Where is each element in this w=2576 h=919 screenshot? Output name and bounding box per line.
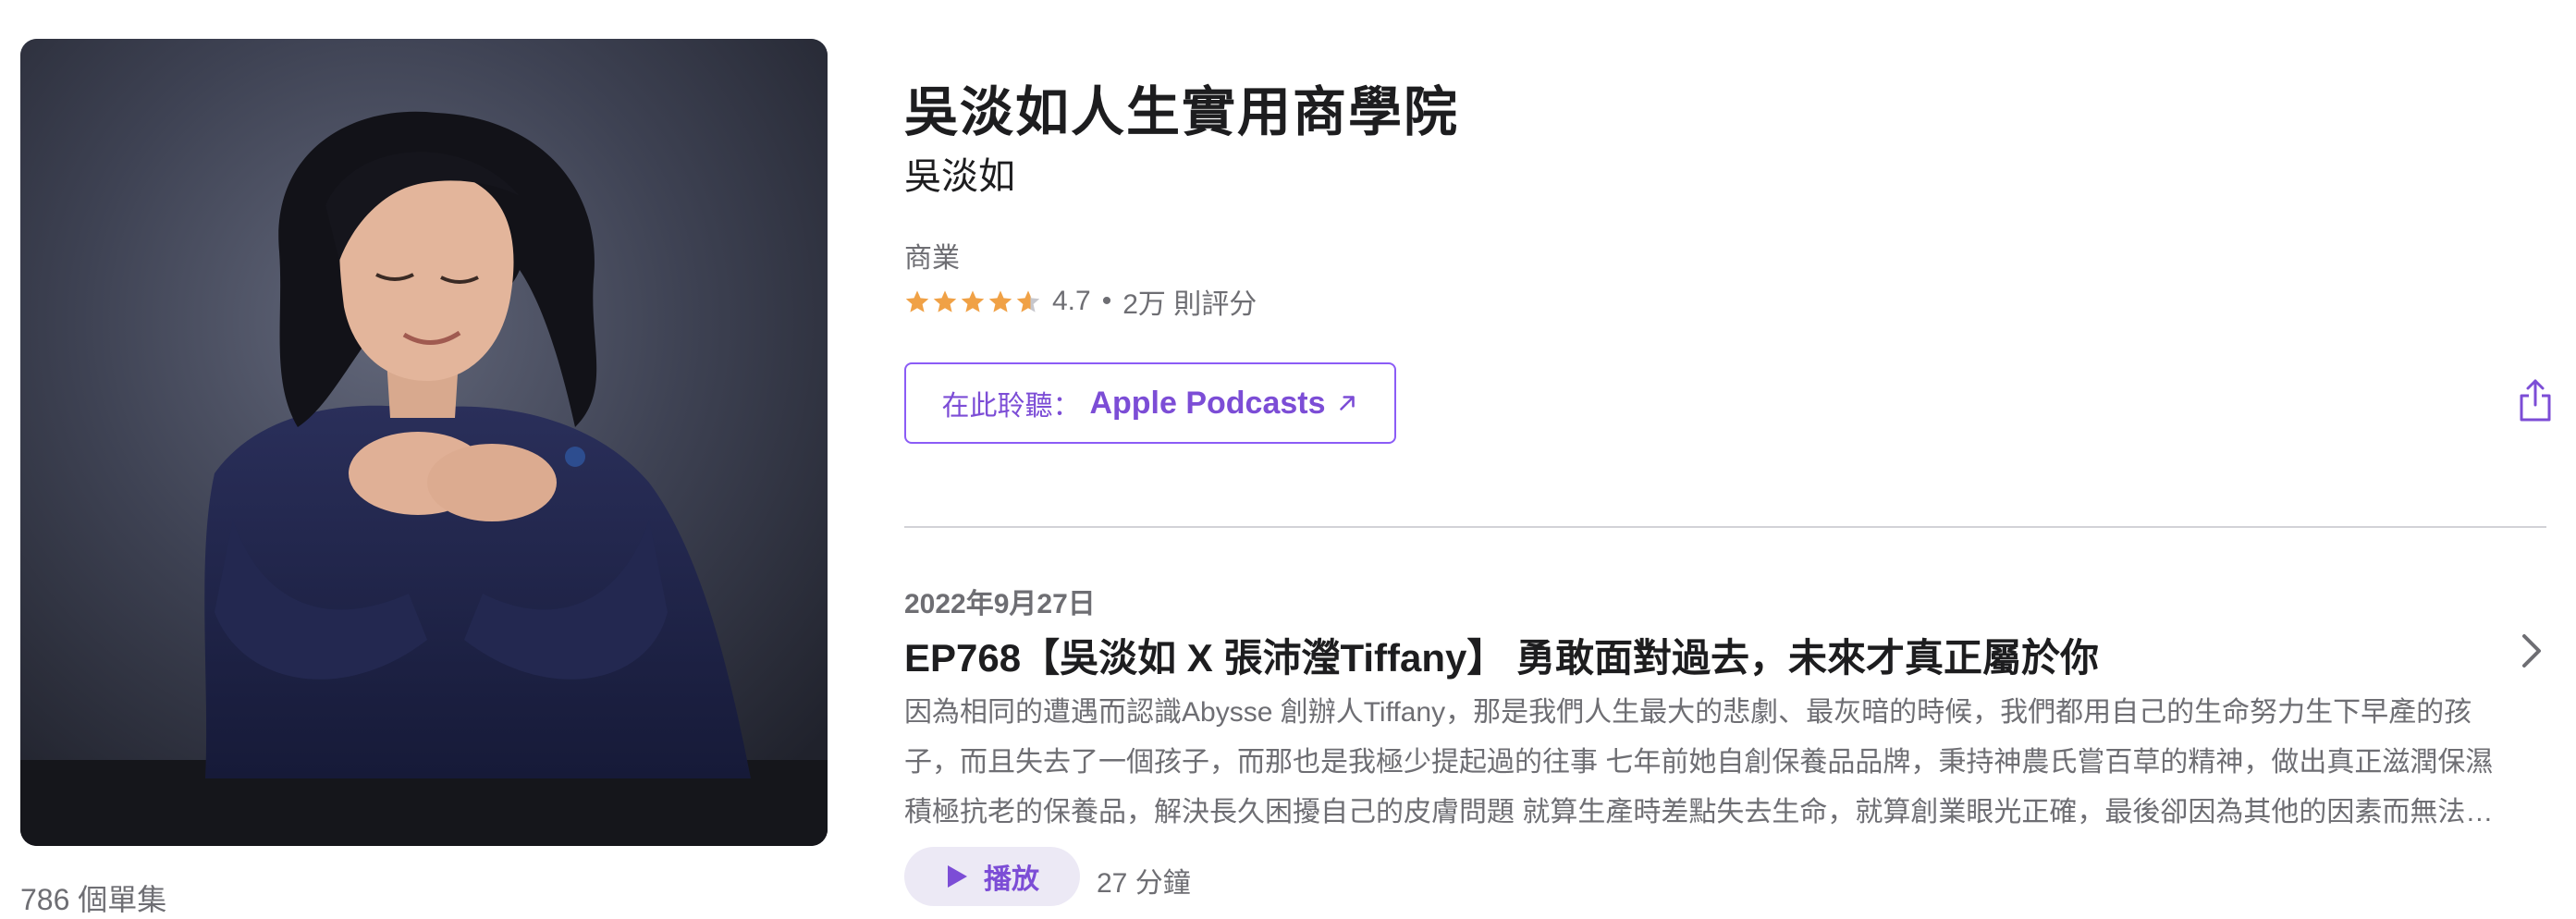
rating-value: 4.7 (1052, 286, 1091, 316)
arrow-up-right-icon (1339, 396, 1355, 410)
share-icon[interactable] (2517, 377, 2554, 423)
podcast-author[interactable]: 吳淡如 (904, 146, 1015, 200)
listen-app-name: Apple Podcasts (1089, 385, 1326, 421)
episode-title[interactable]: EP768【吳淡如 X 張沛瀅Tiffany】 勇敢面對過去，未來才真正屬於你 (904, 627, 2099, 683)
play-button[interactable]: 播放 (904, 847, 1080, 906)
episode-description: 因為相同的遭遇而認識Abysse 創辦人Tiffany，那是我們人生最大的悲劇、… (904, 697, 2494, 827)
episode-duration: 27 分鐘 (1097, 868, 1191, 899)
rating-row: 4.7 • 2万 則評分 (904, 281, 1257, 322)
episode-date: 2022年9月27日 (904, 589, 1096, 619)
star-icon (933, 290, 957, 312)
listen-prefix: 在此聆聽： (941, 391, 1081, 422)
episode-count: 786 個單集 (20, 883, 167, 916)
star-icon (905, 290, 929, 312)
star-half-icon (1016, 290, 1040, 312)
podcast-category[interactable]: 商業 (904, 235, 960, 276)
chevron-right-icon[interactable] (2519, 631, 2545, 671)
artwork-image (20, 39, 828, 846)
podcast-title: 吳淡如人生實用商學院 (904, 82, 1460, 142)
play-label: 播放 (984, 864, 1039, 895)
podcast-artwork (20, 39, 828, 846)
listen-on-apple-podcasts-button[interactable]: 在此聆聽： Apple Podcasts (904, 362, 1396, 444)
star-icon (961, 290, 985, 312)
play-icon (948, 865, 967, 888)
rating-count: 2万 則評分 (1122, 289, 1257, 320)
rating-stars (904, 288, 1041, 314)
star-icon (988, 290, 1012, 312)
rating-separator: • (1101, 286, 1112, 316)
section-divider (904, 526, 2546, 528)
